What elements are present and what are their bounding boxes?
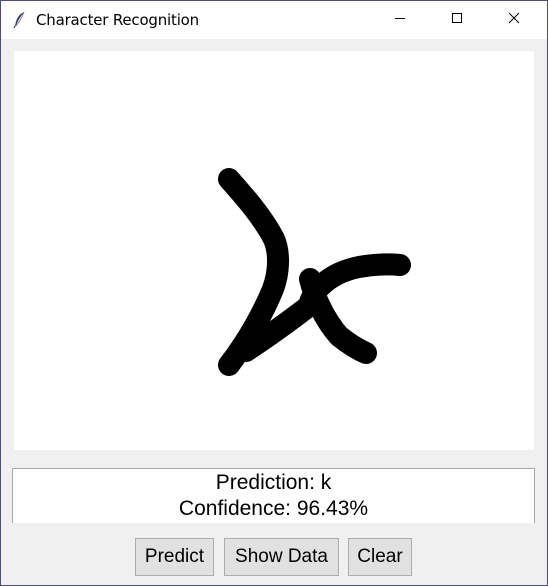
confidence-label: Confidence: 96.43% (178, 497, 369, 520)
window-title: Character Recognition (36, 11, 199, 29)
close-icon (508, 11, 520, 29)
minimize-icon (394, 11, 406, 29)
predict-button[interactable]: Predict (135, 538, 214, 576)
prediction-label: Prediction: k (215, 471, 332, 494)
feather-icon (13, 11, 27, 29)
clear-button[interactable]: Clear (348, 538, 412, 576)
drawn-stroke-3 (299, 268, 377, 364)
maximize-button[interactable] (434, 1, 480, 39)
title-bar[interactable]: Character Recognition (1, 1, 547, 39)
show-data-button[interactable]: Show Data (224, 538, 339, 576)
result-display: Prediction: k Confidence: 96.43% (12, 468, 535, 523)
drawing-canvas[interactable] (14, 51, 534, 450)
close-button[interactable] (491, 1, 537, 39)
minimize-button[interactable] (377, 1, 423, 39)
app-window: Character Recognition Prediction: k Conf… (1, 1, 547, 585)
maximize-icon (451, 11, 463, 29)
handwritten-character-drawing (218, 168, 411, 376)
